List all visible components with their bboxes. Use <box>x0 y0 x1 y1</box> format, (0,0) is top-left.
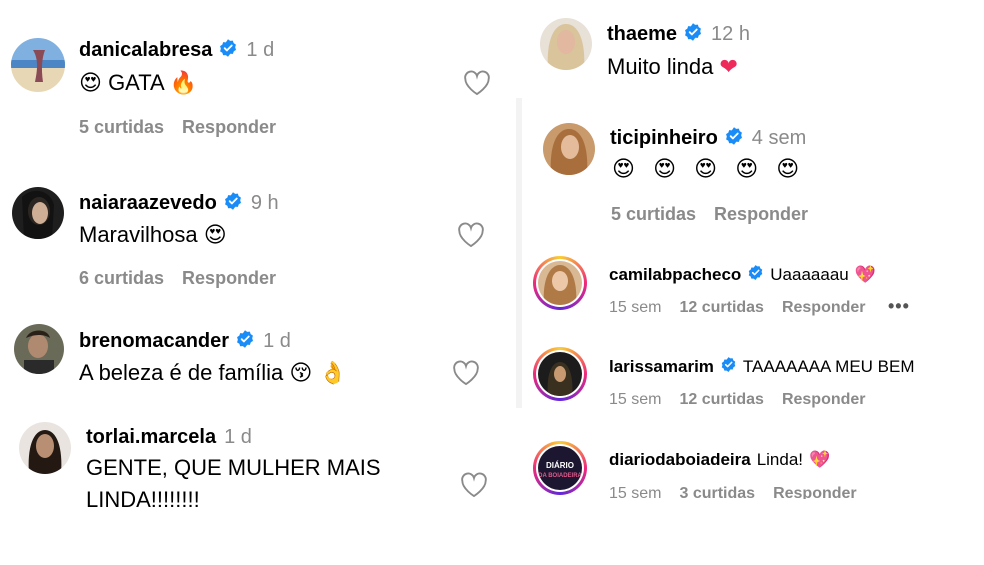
username[interactable]: thaeme <box>607 23 677 46</box>
comment-text: 😍 😍 😍 😍 😍 <box>612 156 805 182</box>
story-ring-avatar[interactable]: DIÁRIO DA BOIADEIRA <box>533 441 587 495</box>
username[interactable]: ticipinheiro <box>610 127 718 150</box>
verified-badge-icon <box>683 22 703 47</box>
timestamp: 12 h <box>711 23 750 45</box>
like-heart-icon[interactable] <box>452 360 480 391</box>
comment-text: Uaaaaaau <box>770 265 849 284</box>
username[interactable]: naiaraazevedo <box>79 192 217 215</box>
comment-text: Linda! <box>756 450 804 469</box>
story-ring-avatar[interactable] <box>533 256 587 310</box>
reply-button[interactable]: Responder <box>714 204 808 225</box>
fire-emoji: 🔥 <box>169 71 198 96</box>
smiling-heart-eyes-emoji: 😍 <box>79 71 102 96</box>
timestamp: 4 sem <box>751 127 807 149</box>
kissing-ok-hand-emoji: 😚 👌 <box>289 361 347 386</box>
sparkling-heart-emoji: 💖 <box>854 265 876 285</box>
red-heart-emoji: ❤ <box>719 55 738 80</box>
timestamp: 15 sem <box>609 391 662 408</box>
likes-count[interactable]: 12 curtidas <box>679 299 763 317</box>
timestamp: 1 d <box>246 39 275 61</box>
verified-badge-icon <box>223 191 243 216</box>
verified-badge-icon <box>724 126 744 151</box>
comment-text-line2: LINDA!!!!!!!! <box>86 487 200 512</box>
username[interactable]: brenomacander <box>79 330 229 353</box>
like-heart-icon[interactable] <box>457 222 485 253</box>
smiling-heart-eyes-emoji: 😍 <box>612 157 641 182</box>
reply-button[interactable]: Responder <box>773 485 857 499</box>
comment-text: Muito linda ❤ <box>607 54 738 80</box>
timestamp: 15 sem <box>609 299 662 316</box>
reply-button[interactable]: Responder <box>182 117 276 138</box>
verified-badge-icon <box>747 264 764 286</box>
smiling-heart-eyes-emoji: 😍 <box>203 223 227 248</box>
avatar[interactable] <box>12 187 64 239</box>
smiling-heart-eyes-emoji: 😍 <box>776 157 806 182</box>
verified-badge-icon <box>218 38 238 63</box>
comment-text: TAAAAAAA MEU BEM <box>742 357 915 376</box>
comment-text: A beleza é de família 😚 👌 <box>79 360 347 386</box>
avatar[interactable] <box>543 123 595 175</box>
avatar[interactable] <box>19 422 71 474</box>
sparkling-heart-emoji: 💖 <box>809 450 831 470</box>
username[interactable]: diariodaboiadeira <box>609 450 751 470</box>
smiling-heart-eyes-emoji: 😍 <box>735 157 765 182</box>
story-ring-avatar[interactable] <box>533 347 587 401</box>
likes-count[interactable]: 12 curtidas <box>679 391 763 409</box>
timestamp: 15 sem <box>609 485 662 499</box>
smiling-heart-eyes-emoji: 😍 <box>694 157 724 182</box>
timestamp: 1 d <box>263 330 291 352</box>
comment-text: 😍 GATA 🔥 <box>79 70 198 96</box>
likes-count[interactable]: 5 curtidas <box>79 117 164 138</box>
verified-badge-icon <box>235 329 255 354</box>
timestamp: 1 d <box>224 426 252 448</box>
likes-count[interactable]: 5 curtidas <box>611 204 696 225</box>
avatar[interactable] <box>540 18 592 70</box>
comment-text-line1: GENTE, QUE MULHER MAIS <box>86 455 381 480</box>
username[interactable]: torlai.marcela <box>86 426 216 449</box>
avatar[interactable] <box>11 38 65 92</box>
username[interactable]: camilabpacheco <box>609 265 741 285</box>
avatar[interactable] <box>14 324 64 374</box>
timestamp: 9 h <box>250 192 279 214</box>
like-heart-icon[interactable] <box>463 70 491 101</box>
reply-button[interactable]: Responder <box>782 391 866 409</box>
comment-text: Maravilhosa 😍 <box>79 222 227 248</box>
verified-badge-icon <box>720 356 737 378</box>
reply-button[interactable]: Responder <box>782 299 866 317</box>
panel-divider <box>516 98 522 408</box>
avatar-logo-text: DIÁRIO <box>546 461 574 470</box>
like-heart-icon[interactable] <box>460 472 488 503</box>
likes-count[interactable]: 6 curtidas <box>79 268 164 289</box>
svg-text:DA BOIADEIRA: DA BOIADEIRA <box>538 473 582 479</box>
more-options-icon[interactable]: ••• <box>888 296 910 317</box>
likes-count[interactable]: 3 curtidas <box>679 485 755 499</box>
smiling-heart-eyes-emoji: 😍 <box>653 157 682 182</box>
username[interactable]: larissamarim <box>609 357 714 377</box>
username[interactable]: danicalabresa <box>79 39 212 62</box>
reply-button[interactable]: Responder <box>182 268 276 289</box>
